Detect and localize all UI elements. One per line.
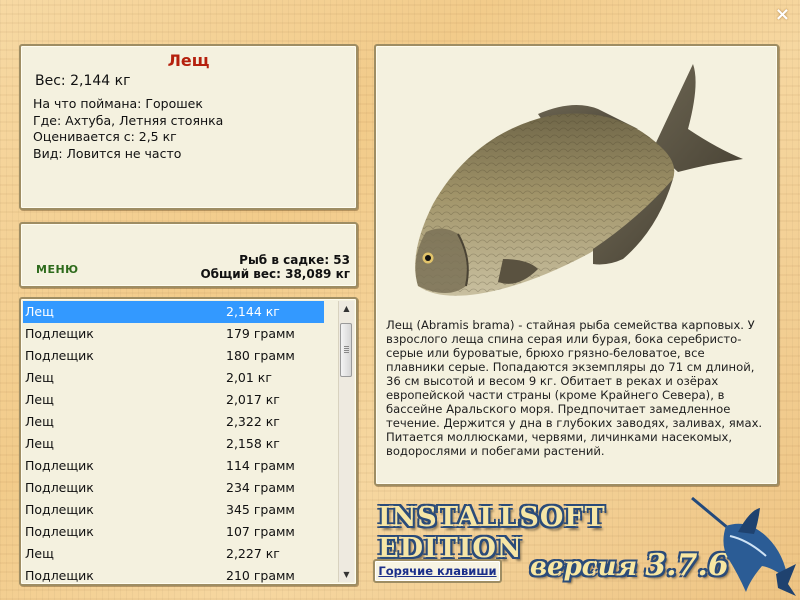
bream-fish-photo [415, 64, 743, 296]
table-row[interactable]: Лещ 2,144 кг [23, 301, 324, 323]
marlin-icon [691, 496, 796, 596]
fish-info-panel: Лещ Вес: 2,144 кг На что поймана: Гороше… [19, 44, 358, 210]
catch-fish-weight: 2,322 кг [226, 414, 280, 429]
scroll-thumb[interactable] [340, 323, 352, 377]
catch-fish-weight: 114 грамм [226, 458, 295, 473]
catch-fish-weight: 107 грамм [226, 524, 295, 539]
catch-fish-name: Лещ [25, 414, 54, 429]
catch-fish-name: Подлещик [25, 348, 94, 363]
catch-fish-weight: 210 грамм [226, 568, 295, 583]
catch-fish-weight: 234 грамм [226, 480, 295, 495]
scroll-up-icon[interactable]: ▲ [339, 301, 354, 316]
catch-fish-weight: 180 грамм [226, 348, 295, 363]
catch-fish-weight: 2,01 кг [226, 370, 272, 385]
catch-rows: Лещ 2,144 кг Подлещик 179 грамм Подлещик 180 … [23, 301, 324, 584]
catch-fish-weight: 2,017 кг [226, 392, 280, 407]
hotkeys-button[interactable]: Горячие клавиши [373, 559, 502, 583]
total-weight: Общий вес: 38,089 кг [200, 267, 350, 281]
fish-bait: На что поймана: Горошек [33, 96, 203, 111]
fish-count: Рыб в садке: 53 [239, 253, 350, 267]
table-row[interactable]: Подлещик 345 грамм [23, 499, 324, 521]
catch-list[interactable]: Лещ 2,144 кг Подлещик 179 грамм Подлещик 180 … [19, 297, 358, 586]
catch-fish-weight: 345 грамм [226, 502, 295, 517]
stats-panel: МЕНЮ Рыб в садке: 53 Общий вес: 38,089 к… [19, 222, 358, 288]
catch-fish-weight: 2,158 кг [226, 436, 280, 451]
fish-rated-from: Оценивается с: 2,5 кг [33, 129, 177, 144]
version-word: версия [530, 552, 638, 582]
table-row[interactable]: Подлещик 234 грамм [23, 477, 324, 499]
table-row[interactable]: Подлещик 180 грамм [23, 345, 324, 367]
catch-fish-weight: 179 грамм [226, 326, 295, 341]
scroll-down-icon[interactable]: ▼ [339, 567, 354, 582]
fish-species-note: Вид: Ловится не часто [33, 145, 182, 161]
table-row[interactable]: Лещ 2,017 кг [23, 389, 324, 411]
catch-fish-name: Подлещик [25, 502, 94, 517]
description-panel: Лещ (Abramis brama) - стайная рыба семей… [374, 44, 779, 486]
table-row[interactable]: Лещ 2,01 кг [23, 367, 324, 389]
table-row[interactable]: Подлещик 179 грамм [23, 323, 324, 345]
catch-fish-weight: 2,144 кг [226, 304, 280, 319]
menu-button[interactable]: МЕНЮ [36, 263, 79, 276]
catch-fish-name: Лещ [25, 546, 54, 561]
installsoft-logo: INSTALLSOFT EDITION [378, 502, 606, 564]
catch-fish-name: Лещ [25, 370, 54, 385]
table-row[interactable]: Подлещик 107 грамм [23, 521, 324, 543]
list-scrollbar[interactable]: ▲ ▼ [338, 301, 354, 582]
catch-fish-name: Лещ [25, 436, 54, 451]
catch-fish-name: Лещ [25, 392, 54, 407]
table-row[interactable]: Лещ 2,322 кг [23, 411, 324, 433]
catch-fish-name: Лещ [25, 304, 54, 319]
table-row[interactable]: Подлещик 114 грамм [23, 455, 324, 477]
fish-weight: Вес: 2,144 кг [35, 73, 131, 89]
catch-fish-name: Подлещик [25, 458, 94, 473]
table-row[interactable]: Лещ 2,227 кг [23, 543, 324, 565]
close-icon[interactable]: × [775, 4, 790, 25]
catch-fish-name: Подлещик [25, 480, 94, 495]
table-row[interactable]: Лещ 2,158 кг [23, 433, 324, 455]
fish-title: Лещ [167, 51, 210, 70]
catch-fish-weight: 2,227 кг [226, 546, 280, 561]
catch-fish-name: Подлещик [25, 326, 94, 341]
table-row[interactable]: Подлещик 210 грамм [23, 565, 324, 584]
catch-fish-name: Подлещик [25, 524, 94, 539]
fish-location: Где: Ахтуба, Летняя стоянка [33, 112, 224, 128]
description-text: Лещ (Abramis brama) - стайная рыба семей… [386, 318, 763, 458]
catch-fish-name: Подлещик [25, 568, 94, 583]
